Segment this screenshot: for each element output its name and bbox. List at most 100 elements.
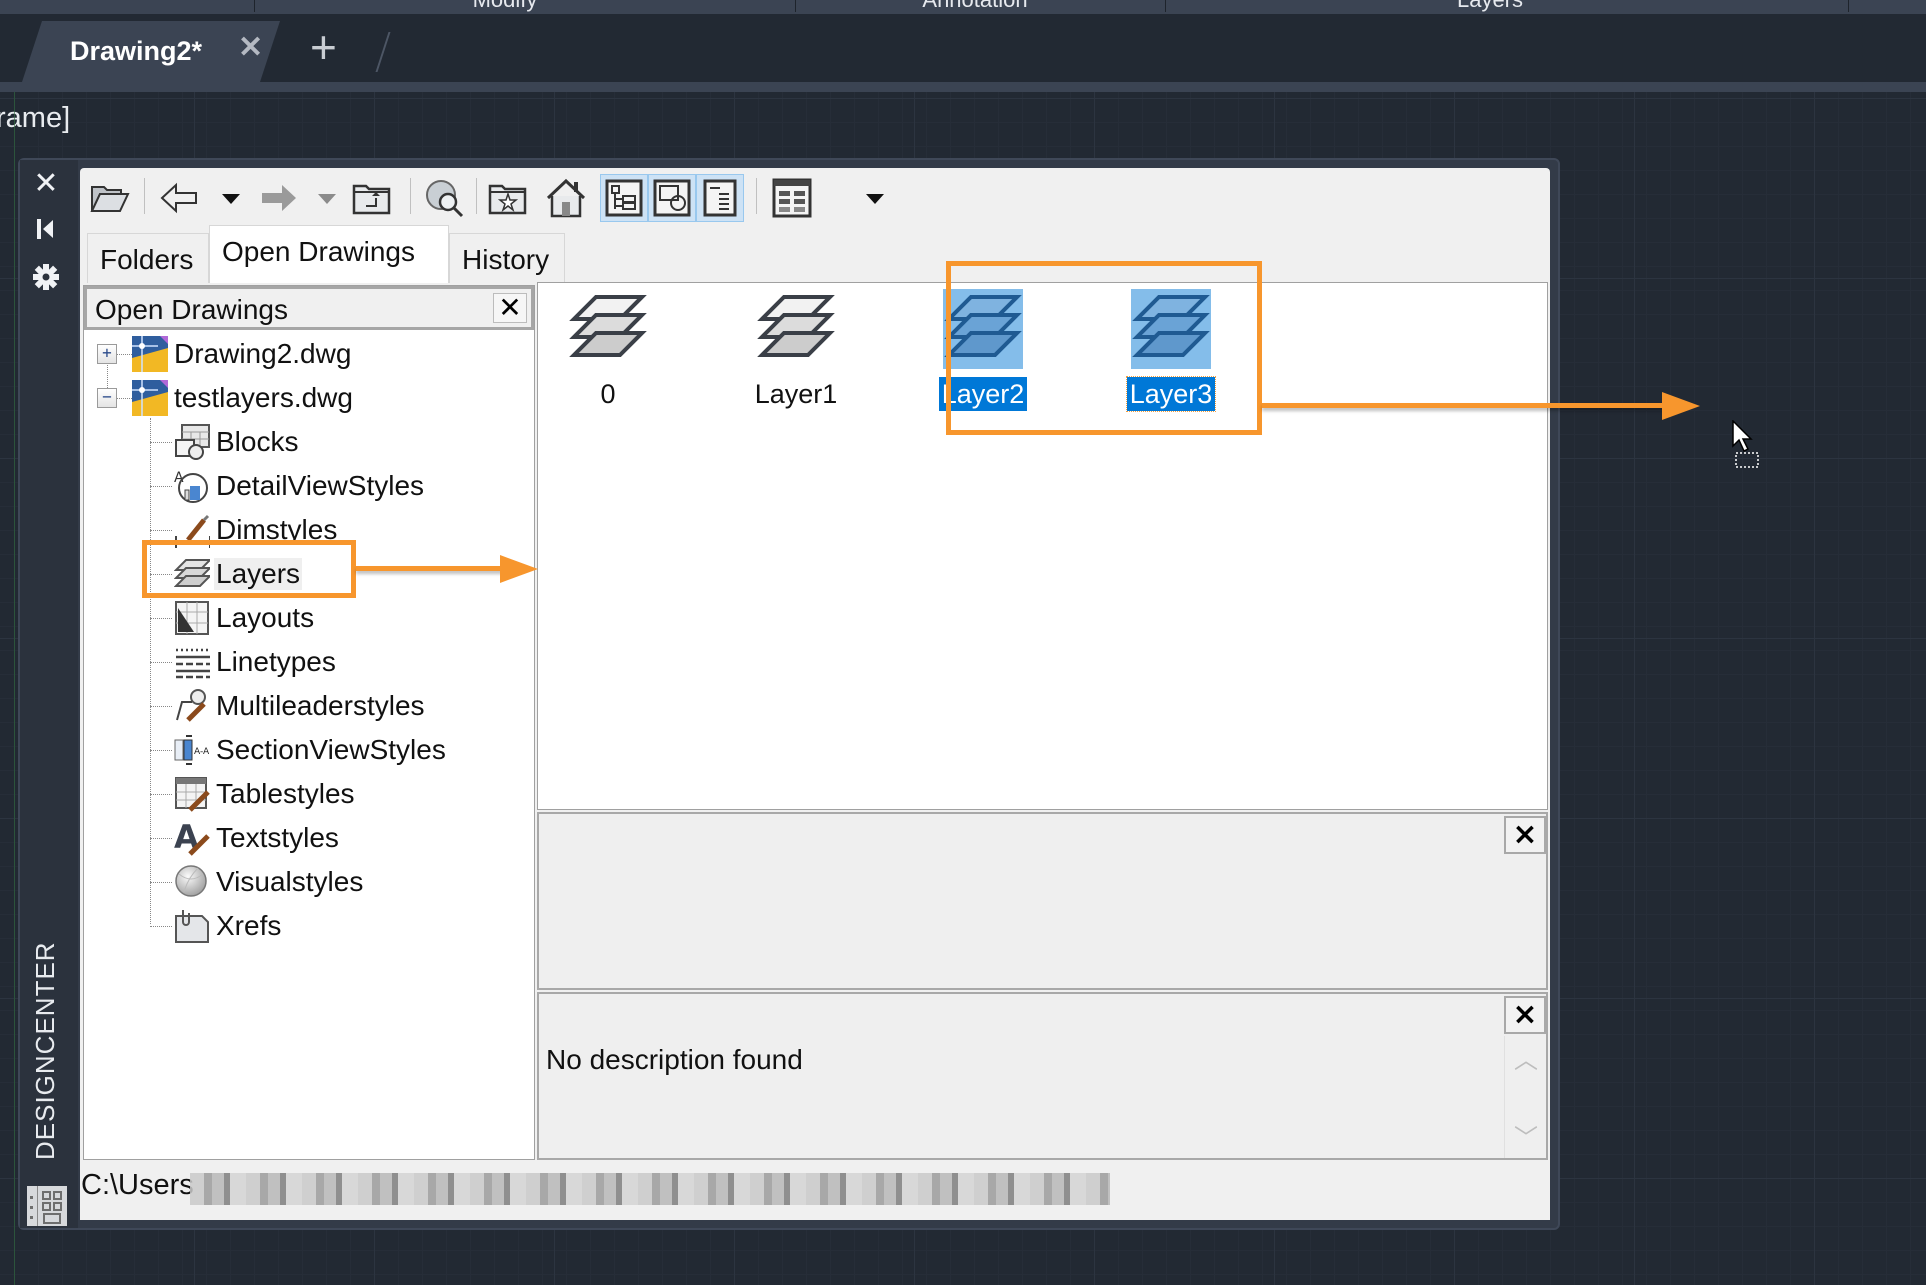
back-button[interactable] — [158, 176, 202, 220]
svg-text:A-A: A-A — [194, 747, 210, 757]
home-icon — [546, 178, 586, 218]
linetypes-icon — [176, 648, 210, 679]
views-button[interactable] — [770, 176, 814, 220]
tab-history[interactable]: History — [449, 233, 565, 283]
tree-connector — [150, 442, 172, 443]
autocad-window: Modify Annotation Layers Drawing2* ✕ + r… — [0, 0, 1926, 1285]
back-dropdown-arrow[interactable] — [222, 194, 240, 204]
tree-item-linetypes[interactable]: Linetypes — [174, 642, 338, 682]
forward-button[interactable] — [256, 176, 300, 220]
tab-folders[interactable]: Folders — [87, 233, 209, 283]
tree-connector — [150, 618, 172, 619]
viewport-top-border — [0, 82, 1926, 92]
doc-tab-label[interactable]: Drawing2* — [70, 36, 202, 67]
tree-item-textstyles[interactable]: A Textstyles — [174, 818, 341, 858]
table-styles-icon — [175, 777, 210, 812]
tree-item-label: DetailViewStyles — [216, 470, 425, 501]
views-dropdown-arrow[interactable] — [866, 194, 884, 204]
close-icon[interactable]: × — [1504, 816, 1546, 854]
plus-icon[interactable]: + — [310, 24, 337, 70]
redacted-path — [190, 1173, 1110, 1205]
tree-item-xrefs[interactable]: Xrefs — [174, 906, 283, 946]
up-button[interactable] — [350, 176, 394, 220]
description-icon — [703, 179, 737, 217]
tree-connector — [150, 418, 151, 924]
tree-item-label: Multileaderstyles — [216, 690, 425, 721]
properties-gear-icon[interactable] — [31, 262, 61, 292]
designcenter-grid-icon[interactable] — [27, 1186, 67, 1226]
tree-connector — [150, 882, 172, 883]
ribbon-separator — [1848, 0, 1849, 12]
tree-item-label: Layouts — [216, 602, 315, 633]
tree-view-toggle-button[interactable] — [600, 174, 648, 222]
tree-item-visualstyles[interactable]: Visualstyles — [174, 862, 365, 902]
document-tab-bar: Drawing2* ✕ + — [0, 14, 1926, 82]
designcenter-body: Folders Open Drawings History Open Drawi… — [80, 168, 1550, 1220]
tree-item-blocks[interactable]: Blocks — [174, 422, 300, 462]
tree-connector — [150, 662, 172, 663]
tree-connector — [150, 706, 172, 707]
tree-item-detailviewstyles[interactable]: A DetailViewStyles — [174, 466, 426, 506]
close-icon[interactable]: ✕ — [238, 30, 263, 65]
description-toggle-button[interactable] — [696, 174, 744, 222]
search-globe-icon — [426, 180, 464, 218]
views-grid-icon — [772, 178, 812, 218]
status-bar: C:\Users — [80, 1163, 1550, 1213]
layer-label: Layer1 — [754, 379, 838, 409]
dwg-file-icon — [132, 336, 168, 372]
close-icon[interactable]: × — [1504, 996, 1546, 1034]
close-icon[interactable]: ✕ — [493, 293, 527, 323]
tree-item-testlayers[interactable]: testlayers.dwg — [132, 378, 355, 418]
blocks-icon — [175, 424, 210, 460]
tree-connector — [150, 750, 172, 751]
ribbon-panel-modify[interactable]: Modify — [400, 0, 610, 13]
folder-tree[interactable]: Open Drawings ✕ + − Drawing2.dwg testlay… — [83, 285, 535, 1160]
layer-icon — [757, 295, 835, 357]
viewport-label-fragment: rame] — [0, 102, 71, 134]
favorites-button[interactable] — [486, 176, 530, 220]
load-button[interactable] — [88, 176, 132, 220]
forward-dropdown-arrow[interactable] — [318, 194, 336, 204]
close-icon[interactable]: ✕ — [31, 166, 61, 201]
toolbar-separator — [410, 178, 411, 214]
tree-item-multileaderstyles[interactable]: Multileaderstyles — [174, 686, 427, 726]
ribbon-separator — [1165, 0, 1166, 12]
tree-item-label: Tablestyles — [216, 778, 355, 809]
tree-connector — [150, 486, 172, 487]
collapse-toggle[interactable]: − — [97, 388, 117, 408]
description-pane: × No description found ︿ ﹀ — [537, 992, 1548, 1160]
multileader-styles-icon — [176, 689, 206, 722]
tree-item-label: Textstyles — [216, 822, 339, 853]
tree-item-tablestyles[interactable]: Tablestyles — [174, 774, 357, 814]
preview-toggle-button[interactable] — [648, 174, 696, 222]
up-folder-icon — [352, 184, 391, 215]
tree-connector — [150, 838, 172, 839]
ribbon-panel-layers[interactable]: Layers — [1390, 0, 1590, 13]
status-path: C:\Users — [81, 1169, 194, 1201]
tree-view-icon — [605, 179, 643, 217]
toolbar-separator — [144, 178, 145, 214]
favorites-folder-icon — [488, 184, 527, 215]
tree-item-drawing2[interactable]: Drawing2.dwg — [132, 334, 353, 374]
tree-item-label: SectionViewStyles — [216, 734, 446, 765]
visual-styles-icon — [175, 865, 207, 897]
ribbon-panel-annotation[interactable]: Annotation — [860, 0, 1090, 13]
tree-item-sectionviewstyles[interactable]: A-A SectionViewStyles — [174, 730, 448, 770]
scroll-down-icon[interactable]: ﹀ — [1505, 1118, 1547, 1153]
annotation-highlight-selected-layers — [946, 261, 1262, 435]
tree-item-label: Xrefs — [216, 910, 282, 941]
description-scrollbar[interactable]: ︿ ﹀ — [1504, 1036, 1546, 1158]
tab-divider — [375, 32, 391, 72]
dwg-file-icon — [132, 380, 168, 416]
drag-cursor-icon — [1732, 420, 1759, 468]
xrefs-icon — [175, 910, 209, 943]
home-button[interactable] — [544, 176, 588, 220]
auto-hide-icon[interactable] — [31, 214, 61, 244]
section-view-styles-icon: A-A — [174, 735, 210, 765]
tree-item-layouts[interactable]: Layouts — [174, 598, 316, 638]
expand-toggle[interactable]: + — [97, 344, 117, 364]
toolbar-separator — [756, 178, 757, 214]
tab-open-drawings[interactable]: Open Drawings — [209, 225, 449, 283]
scroll-up-icon[interactable]: ︿ — [1505, 1040, 1547, 1075]
search-button[interactable] — [422, 176, 466, 220]
